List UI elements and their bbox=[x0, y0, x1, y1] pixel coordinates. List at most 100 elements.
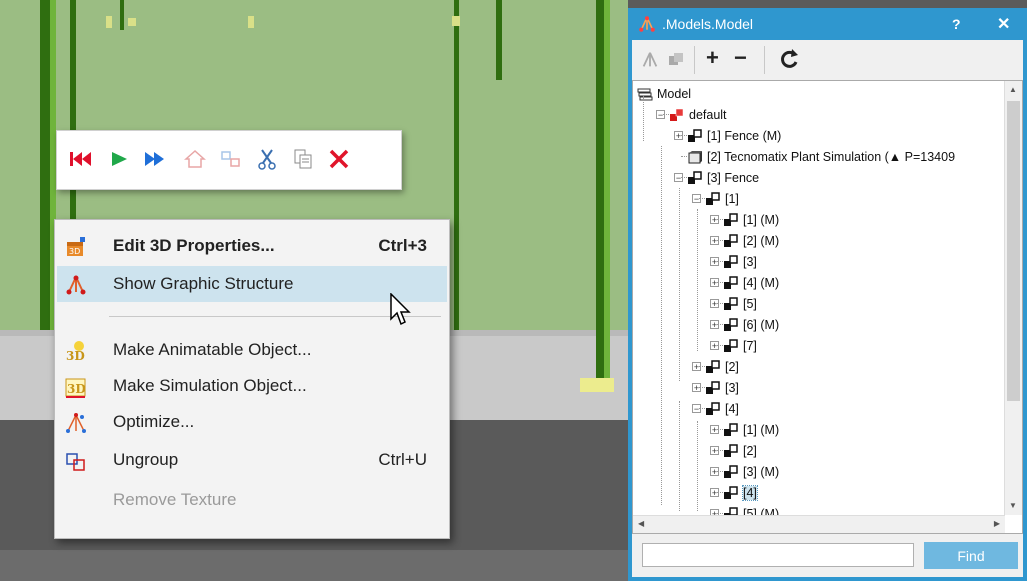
find-bar: Find bbox=[632, 534, 1023, 577]
tree-node-label: [3] bbox=[725, 380, 739, 395]
context-menu: 3D Edit 3D Properties... Ctrl+3 Show Gra… bbox=[54, 219, 450, 539]
optimize-icon bbox=[65, 412, 87, 434]
graphics-icon[interactable] bbox=[217, 145, 245, 173]
fence-bracket bbox=[452, 16, 460, 26]
tree-node[interactable]: default bbox=[669, 104, 727, 125]
fast-forward-icon[interactable] bbox=[141, 145, 169, 173]
tree-node[interactable]: [1] (M) bbox=[723, 209, 779, 230]
tree-node-label: [1] Fence (M) bbox=[707, 128, 782, 143]
tree-connector bbox=[679, 401, 680, 511]
tree-node[interactable]: [3] bbox=[723, 251, 757, 272]
tree-node[interactable]: Model bbox=[637, 83, 691, 104]
scroll-left-icon[interactable]: ◀ bbox=[638, 519, 644, 528]
menu-item-show-graphic-structure[interactable]: Show Graphic Structure bbox=[57, 266, 447, 302]
tree-node[interactable]: [1] bbox=[705, 188, 739, 209]
tree-node[interactable]: [3] Fence bbox=[687, 167, 759, 188]
model-structure-panel: .Models.Model ? ✕ + − Model − default + [1] … bbox=[628, 8, 1027, 581]
group-icon bbox=[723, 212, 739, 227]
fence-post bbox=[496, 0, 502, 80]
group-icon bbox=[723, 296, 739, 311]
group-icon bbox=[687, 128, 703, 143]
tree-node[interactable]: [6] (M) bbox=[723, 314, 779, 335]
tree-node-label: [1] (M) bbox=[743, 212, 780, 227]
svg-text:3D: 3D bbox=[69, 247, 80, 256]
tree-node[interactable]: [3] bbox=[705, 377, 739, 398]
tree-node[interactable]: [2] Tecnomatix Plant Simulation (▲ P=134… bbox=[687, 146, 955, 167]
fence-bracket bbox=[106, 16, 112, 28]
scrollbar-thumb[interactable] bbox=[1007, 101, 1020, 401]
close-button[interactable]: ✕ bbox=[997, 14, 1010, 34]
group-icon bbox=[705, 191, 721, 206]
start-icon[interactable] bbox=[105, 145, 133, 173]
tree-node[interactable]: [2] (M) bbox=[723, 230, 779, 251]
menu-item-remove-texture: Remove Texture bbox=[113, 490, 237, 509]
tree-connector bbox=[661, 146, 662, 505]
group-icon bbox=[723, 422, 739, 437]
tree-node[interactable]: [5] bbox=[723, 293, 757, 314]
tree-node-label: [4] (M) bbox=[743, 275, 780, 290]
tree-node[interactable]: [3] (M) bbox=[723, 461, 779, 482]
tree-node[interactable]: [4] bbox=[705, 398, 739, 419]
simulation-3d-icon: 3D bbox=[65, 376, 87, 398]
ungroup-icon bbox=[65, 450, 87, 472]
fence-post bbox=[454, 0, 459, 330]
refresh-icon[interactable] bbox=[778, 47, 800, 76]
objects-view-icon[interactable] bbox=[666, 50, 686, 75]
tree-node-label: [3] (M) bbox=[743, 464, 780, 479]
tree-connector bbox=[643, 95, 644, 141]
tree-node[interactable]: [4] (M) bbox=[723, 272, 779, 293]
tree-node[interactable]: [1] (M) bbox=[723, 419, 779, 440]
toolbar-divider bbox=[764, 46, 765, 74]
scroll-up-icon[interactable]: ▲ bbox=[1009, 85, 1017, 94]
vertical-scrollbar[interactable]: ▲ ▼ bbox=[1004, 81, 1022, 515]
scroll-right-icon[interactable]: ▶ bbox=[994, 519, 1000, 528]
copy-icon[interactable] bbox=[289, 145, 317, 173]
tree-node[interactable]: [4] bbox=[723, 482, 758, 503]
svg-text:3D: 3D bbox=[67, 382, 86, 396]
road-edge bbox=[0, 550, 628, 581]
reset-icon[interactable] bbox=[67, 145, 95, 173]
expand-button[interactable]: + bbox=[706, 45, 719, 71]
delete-icon[interactable] bbox=[325, 145, 353, 173]
3d-scene-viewport[interactable]: 3D Edit 3D Properties... Ctrl+3 Show Gra… bbox=[0, 0, 628, 581]
find-button[interactable]: Find bbox=[924, 542, 1018, 569]
tree-node[interactable]: [7] bbox=[723, 335, 757, 356]
tree-node-label: [6] (M) bbox=[743, 317, 780, 332]
horizontal-scrollbar[interactable]: ◀ ▶ bbox=[633, 515, 1005, 533]
model-tree[interactable]: Model−default+[1] Fence (M)+[2] Tecnomat… bbox=[632, 80, 1023, 534]
group-icon bbox=[705, 401, 721, 416]
cut-icon[interactable] bbox=[253, 145, 281, 173]
graphic-structure-icon bbox=[65, 274, 87, 296]
menu-item-make-animatable-object[interactable]: 3D Make Animatable Object... bbox=[57, 332, 447, 368]
tree-node-label: Model bbox=[657, 86, 692, 101]
group-icon bbox=[705, 380, 721, 395]
fence-post bbox=[596, 0, 604, 390]
group-icon bbox=[723, 317, 739, 332]
menu-item-optimize[interactable]: Optimize... bbox=[57, 404, 447, 440]
scroll-down-icon[interactable]: ▼ bbox=[1009, 501, 1017, 510]
tree-node[interactable]: [2] bbox=[723, 440, 757, 461]
tree-node-label: [4] bbox=[725, 401, 739, 416]
structure-view-icon[interactable] bbox=[640, 50, 660, 75]
home-icon[interactable] bbox=[181, 145, 209, 173]
tree-node-label: [2] bbox=[743, 443, 757, 458]
tree-connector bbox=[697, 421, 698, 511]
object-icon bbox=[687, 150, 703, 164]
tree-node[interactable]: [2] bbox=[705, 356, 739, 377]
menu-item-make-simulation-object[interactable]: 3D Make Simulation Object... bbox=[57, 368, 447, 404]
group-icon bbox=[723, 338, 739, 353]
graphic-structure-icon bbox=[638, 15, 656, 38]
help-button[interactable]: ? bbox=[952, 16, 961, 32]
fence-post bbox=[604, 0, 610, 390]
menu-item-ungroup[interactable]: Ungroup Ctrl+U bbox=[57, 442, 447, 478]
menu-item-edit-3d-properties[interactable]: 3D Edit 3D Properties... Ctrl+3 bbox=[57, 228, 447, 264]
group-red-icon bbox=[669, 108, 685, 122]
panel-title: .Models.Model bbox=[662, 16, 754, 32]
group-icon bbox=[723, 485, 739, 500]
find-input[interactable] bbox=[642, 543, 914, 567]
tree-node-label: [2] bbox=[725, 359, 739, 374]
group-icon bbox=[687, 170, 703, 185]
tree-node[interactable]: [1] Fence (M) bbox=[687, 125, 781, 146]
tree-node-label: [2] (M) bbox=[743, 233, 780, 248]
collapse-button[interactable]: − bbox=[734, 45, 747, 71]
